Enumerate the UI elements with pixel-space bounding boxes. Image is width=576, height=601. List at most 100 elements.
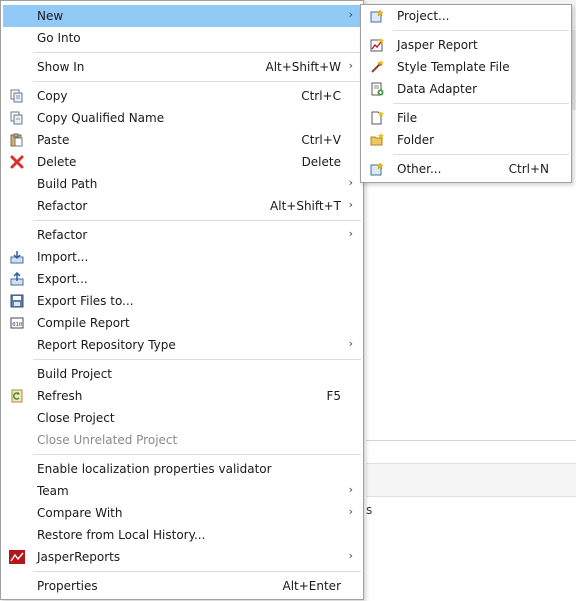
new-folder-icon <box>369 132 385 148</box>
jasper-report-icon <box>369 37 385 53</box>
menu-item-refactor-2[interactable]: Refactor › <box>3 224 361 246</box>
menu-item-restore-from-local-history[interactable]: Restore from Local History... <box>3 524 361 546</box>
chevron-right-icon: › <box>348 8 353 21</box>
menu-item-label: Report Repository Type <box>37 338 176 352</box>
menu-item-label: Compile Report <box>37 316 130 330</box>
menu-item-jasperreports[interactable]: JasperReports › <box>3 546 361 568</box>
context-menu: New › Go Into Show In Alt+Shift+W › Copy… <box>0 0 364 600</box>
menu-item-label: Show In <box>37 60 85 74</box>
menu-item-label: Build Path <box>37 177 98 191</box>
menu-separator <box>33 359 361 360</box>
menu-item-label: Close Unrelated Project <box>37 433 178 447</box>
menu-separator <box>393 30 569 31</box>
menu-item-label: Enable localization properties validator <box>37 462 272 476</box>
menu-separator <box>33 52 361 53</box>
submenu-item-label: Jasper Report <box>397 38 478 52</box>
menu-item-label: Properties <box>37 579 98 593</box>
copy-qualified-icon <box>9 110 25 126</box>
chevron-right-icon: › <box>348 505 353 518</box>
menu-item-label: Import... <box>37 250 89 264</box>
menu-item-label: Restore from Local History... <box>37 528 206 542</box>
menu-separator <box>33 81 361 82</box>
menu-item-report-repository-type[interactable]: Report Repository Type › <box>3 334 361 356</box>
menu-item-compile-report[interactable]: 010 Compile Report <box>3 312 361 334</box>
data-adapter-icon <box>369 81 385 97</box>
svg-text:010: 010 <box>12 322 22 328</box>
menu-separator <box>33 454 361 455</box>
submenu-item-shortcut: Ctrl+N <box>508 162 549 176</box>
menu-item-delete[interactable]: Delete Delete <box>3 151 361 173</box>
menu-separator <box>33 571 361 572</box>
menu-item-label: Close Project <box>37 411 115 425</box>
new-file-icon <box>369 110 385 126</box>
menu-item-build-path[interactable]: Build Path › <box>3 173 361 195</box>
menu-item-label: Copy Qualified Name <box>37 111 165 125</box>
delete-icon <box>9 154 25 170</box>
menu-item-label: Delete <box>37 155 77 169</box>
submenu-item-style-template-file[interactable]: Style Template File <box>363 56 569 78</box>
submenu-item-label: Project... <box>397 9 450 23</box>
menu-item-label: JasperReports <box>37 550 121 564</box>
jasperreports-icon <box>9 549 25 565</box>
menu-item-copy-qualified-name[interactable]: Copy Qualified Name <box>3 107 361 129</box>
menu-item-close-project[interactable]: Close Project <box>3 407 361 429</box>
menu-separator <box>393 103 569 104</box>
menu-item-shortcut: Ctrl+C <box>301 89 341 103</box>
paste-icon <box>9 132 25 148</box>
chevron-right-icon: › <box>348 198 353 211</box>
menu-item-export-files-to[interactable]: Export Files to... <box>3 290 361 312</box>
menu-item-refresh[interactable]: Refresh F5 <box>3 385 361 407</box>
menu-item-shortcut: Alt+Enter <box>282 579 341 593</box>
submenu-item-label: Other... <box>397 162 442 176</box>
menu-item-label: Refactor <box>37 228 88 242</box>
menu-item-shortcut: F5 <box>326 389 341 403</box>
menu-item-close-unrelated-project: Close Unrelated Project <box>3 429 361 451</box>
menu-item-refactor-1[interactable]: Refactor Alt+Shift+T › <box>3 195 361 217</box>
submenu-item-project[interactable]: Project... <box>363 5 569 27</box>
menu-item-label: Compare With <box>37 506 123 520</box>
save-disk-icon <box>9 293 25 309</box>
chevron-right-icon: › <box>348 549 353 562</box>
menu-item-label: Refresh <box>37 389 83 403</box>
menu-item-properties[interactable]: Properties Alt+Enter <box>3 575 361 597</box>
submenu-item-label: File <box>397 111 418 125</box>
import-icon <box>9 249 25 265</box>
menu-item-enable-localization-validator[interactable]: Enable localization properties validator <box>3 458 361 480</box>
compile-icon: 010 <box>9 315 25 331</box>
submenu-item-label: Folder <box>397 133 435 147</box>
menu-separator <box>33 220 361 221</box>
menu-separator <box>393 154 569 155</box>
workbench-panel-text: s <box>366 503 373 517</box>
menu-item-build-project[interactable]: Build Project <box>3 363 361 385</box>
style-template-icon <box>369 59 385 75</box>
menu-item-import[interactable]: Import... <box>3 246 361 268</box>
menu-item-paste[interactable]: Paste Ctrl+V <box>3 129 361 151</box>
chevron-right-icon: › <box>348 227 353 240</box>
menu-item-copy[interactable]: Copy Ctrl+C <box>3 85 361 107</box>
menu-item-show-in[interactable]: Show In Alt+Shift+W › <box>3 56 361 78</box>
menu-item-team[interactable]: Team › <box>3 480 361 502</box>
chevron-right-icon: › <box>348 337 353 350</box>
menu-item-new[interactable]: New › <box>3 5 361 27</box>
menu-item-compare-with[interactable]: Compare With › <box>3 502 361 524</box>
new-submenu: Project... Jasper Report Style Template … <box>360 4 572 183</box>
menu-item-label: Team <box>37 484 69 498</box>
menu-item-label: New <box>37 9 64 23</box>
submenu-item-data-adapter[interactable]: Data Adapter <box>363 78 569 100</box>
new-wizard-icon <box>369 161 385 177</box>
menu-item-export[interactable]: Export... <box>3 268 361 290</box>
menu-item-label: Export... <box>37 272 88 286</box>
menu-item-go-into[interactable]: Go Into <box>3 27 361 49</box>
submenu-item-jasper-report[interactable]: Jasper Report <box>363 34 569 56</box>
submenu-item-other[interactable]: Other... Ctrl+N <box>363 158 569 180</box>
chevron-right-icon: › <box>348 176 353 189</box>
copy-icon <box>9 88 25 104</box>
submenu-item-folder[interactable]: Folder <box>363 129 569 151</box>
workbench-panel-header <box>366 463 576 497</box>
export-icon <box>9 271 25 287</box>
submenu-item-label: Data Adapter <box>397 82 478 96</box>
submenu-item-file[interactable]: File <box>363 107 569 129</box>
menu-item-label: Paste <box>37 133 70 147</box>
refresh-icon <box>9 388 25 404</box>
menu-item-shortcut: Alt+Shift+T <box>270 199 341 213</box>
